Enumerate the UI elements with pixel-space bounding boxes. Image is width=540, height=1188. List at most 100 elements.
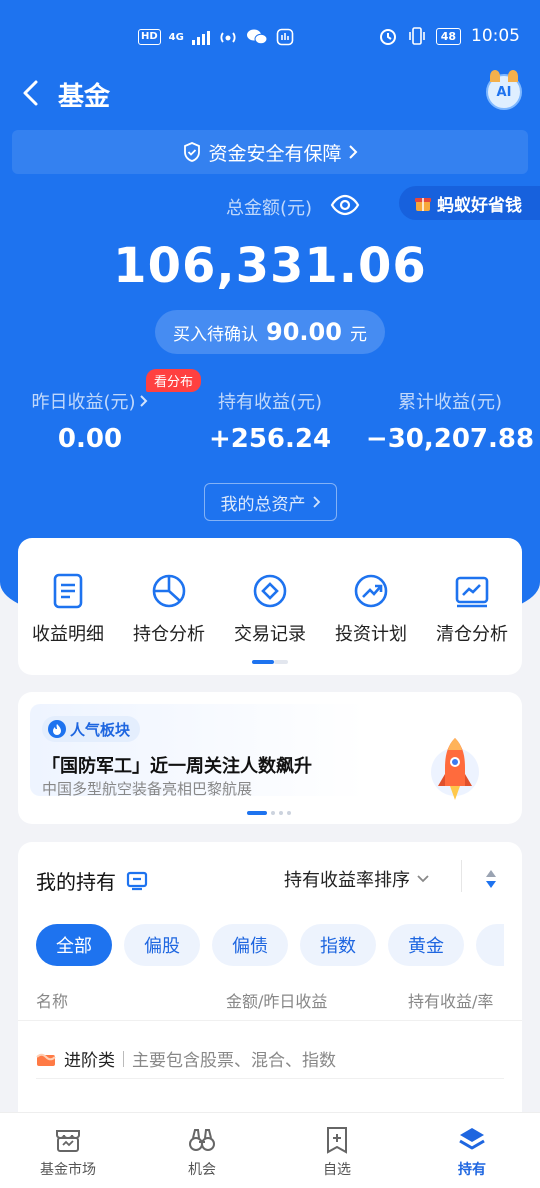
filter-chip-more[interactable] xyxy=(476,924,504,966)
pie-chart-icon xyxy=(152,574,186,608)
back-arrow-icon[interactable] xyxy=(18,78,46,108)
monitor-icon[interactable] xyxy=(126,871,148,891)
pending-confirm-pill[interactable]: 买入待确认 90.00 元 xyxy=(155,310,385,354)
bottom-tab-bar: 基金市场 机会 自选 持有 xyxy=(0,1112,540,1188)
pending-label: 买入待确认 xyxy=(173,324,259,345)
app-notification-icon xyxy=(276,28,294,46)
ai-label: AI xyxy=(496,84,512,100)
cumulative-earnings-label: 累计收益(元) xyxy=(397,392,503,413)
yesterday-earnings[interactable]: 昨日收益(元) 0.00 xyxy=(0,388,180,454)
divider xyxy=(18,1020,522,1021)
sort-dropdown[interactable]: 持有收益率排序 xyxy=(284,866,430,892)
promo-text: 蚂蚁好省钱 xyxy=(437,195,522,216)
diamond-circle-icon xyxy=(253,574,287,608)
tab-label: 基金市场 xyxy=(40,1162,96,1178)
quick-menu-card: 收益明细 持仓分析 交易记录 投资计划 清仓分析 xyxy=(18,538,522,675)
gift-icon xyxy=(415,198,431,211)
pending-amount: 90.00 xyxy=(266,318,342,346)
hotspot-icon xyxy=(220,32,236,43)
total-amount-label: 总金额(元) xyxy=(226,198,313,219)
add-square-icon xyxy=(327,1127,347,1154)
chevron-right-icon xyxy=(139,395,147,407)
layers-icon xyxy=(459,1128,485,1150)
banner-pager xyxy=(247,811,291,815)
page-title: 基金 xyxy=(58,82,111,112)
category-name: 进阶类 xyxy=(64,1051,115,1071)
quick-item-clearance-analysis[interactable]: 清仓分析 xyxy=(422,572,522,646)
filter-chip[interactable]: 偏股 xyxy=(124,924,200,966)
banner-card[interactable]: 人气板块 「国防军工」近一周关注人数飙升 中国多型航空装备亮相巴黎航展 xyxy=(18,692,522,824)
tab-label: 持有 xyxy=(458,1162,486,1178)
cumulative-earnings: 累计收益(元) −30,207.88 xyxy=(360,388,540,454)
nav-bar: 基金 AI xyxy=(0,70,540,118)
category-row[interactable]: 进阶类 主要包含股票、混合、指数 xyxy=(36,1046,336,1071)
my-total-assets-button[interactable]: 我的总资产 xyxy=(204,483,337,521)
divider xyxy=(461,860,462,892)
quick-item-earnings-detail[interactable]: 收益明细 xyxy=(18,572,118,646)
trend-up-icon xyxy=(354,574,388,608)
rocket-icon xyxy=(431,738,479,800)
alarm-icon xyxy=(379,29,396,45)
wechat-icon xyxy=(246,29,268,45)
quick-item-label: 清仓分析 xyxy=(436,624,508,645)
sort-label: 持有收益率排序 xyxy=(284,870,410,891)
quick-item-label: 投资计划 xyxy=(335,624,407,645)
yesterday-earnings-label: 昨日收益(元) xyxy=(31,392,136,413)
safety-text: 资金安全有保障 xyxy=(208,142,342,165)
status-time: 10:05 xyxy=(471,26,520,46)
chevron-right-icon xyxy=(312,496,320,508)
holding-earnings-label: 持有收益(元) xyxy=(217,392,323,413)
column-amount: 金额/昨日收益 xyxy=(226,992,328,1011)
network-type: 4G xyxy=(168,31,184,43)
flame-icon xyxy=(48,720,66,738)
signal-icon xyxy=(191,29,210,45)
quick-item-label: 持仓分析 xyxy=(133,624,205,645)
chevron-right-icon xyxy=(348,145,357,159)
sort-toggle-icon[interactable] xyxy=(484,868,498,890)
battery-icon: 48 xyxy=(435,27,461,45)
tab-fund-market[interactable]: 基金市场 xyxy=(18,1125,118,1179)
divider xyxy=(36,1078,504,1079)
my-total-assets-label: 我的总资产 xyxy=(220,494,306,515)
ai-ear-right xyxy=(508,70,518,82)
quick-item-label: 交易记录 xyxy=(234,624,306,645)
filter-chip[interactable]: 黄金 xyxy=(388,924,464,966)
tab-opportunity[interactable]: 机会 xyxy=(152,1125,252,1179)
total-amount: 106,331.06 xyxy=(113,238,427,294)
filter-chip[interactable]: 偏债 xyxy=(212,924,288,966)
holding-earnings: 持有收益(元) +256.24 xyxy=(180,388,360,454)
vibrate-icon xyxy=(408,27,425,45)
tab-holdings[interactable]: 持有 xyxy=(422,1125,522,1179)
holding-earnings-value: +256.24 xyxy=(208,424,332,454)
hd-indicator: HD xyxy=(138,29,161,45)
document-icon xyxy=(53,573,83,609)
quick-menu-pager xyxy=(252,660,288,664)
column-name: 名称 xyxy=(36,992,69,1011)
holdings-header: 我的持有 xyxy=(36,866,148,895)
banner-content[interactable]: 人气板块 「国防军工」近一周关注人数飙升 中国多型航空装备亮相巴黎航展 xyxy=(30,704,510,800)
tab-watchlist[interactable]: 自选 xyxy=(287,1125,387,1179)
promo-button[interactable]: 蚂蚁好省钱 xyxy=(399,186,540,220)
shield-icon xyxy=(184,142,201,162)
quick-item-transactions[interactable]: 交易记录 xyxy=(220,572,320,646)
quick-item-label: 收益明细 xyxy=(32,624,104,645)
quick-item-holding-analysis[interactable]: 持仓分析 xyxy=(119,572,219,646)
cumulative-earnings-value: −30,207.88 xyxy=(365,424,535,454)
filter-chip[interactable]: 全部 xyxy=(36,924,112,966)
category-icon xyxy=(36,1053,56,1066)
chevron-down-icon xyxy=(417,875,429,883)
divider xyxy=(123,1050,124,1067)
popular-sector-label: 人气板块 xyxy=(70,720,131,739)
safety-banner[interactable]: 资金安全有保障 xyxy=(12,130,528,174)
binoculars-icon xyxy=(189,1129,215,1151)
column-return: 持有收益/率 xyxy=(408,992,494,1011)
quick-item-investment-plan[interactable]: 投资计划 xyxy=(321,572,421,646)
ai-assistant-button[interactable]: AI xyxy=(486,70,522,110)
holdings-card: 我的持有 持有收益率排序 全部 偏股 偏债 指数 黄金 名称 金额/昨日收益 持… xyxy=(18,842,522,1132)
eye-icon[interactable] xyxy=(330,193,360,217)
filter-chip[interactable]: 指数 xyxy=(300,924,376,966)
ai-ear-left xyxy=(490,70,500,82)
market-icon xyxy=(56,1130,80,1152)
tab-label: 自选 xyxy=(323,1162,351,1178)
holdings-title: 我的持有 xyxy=(36,870,116,894)
